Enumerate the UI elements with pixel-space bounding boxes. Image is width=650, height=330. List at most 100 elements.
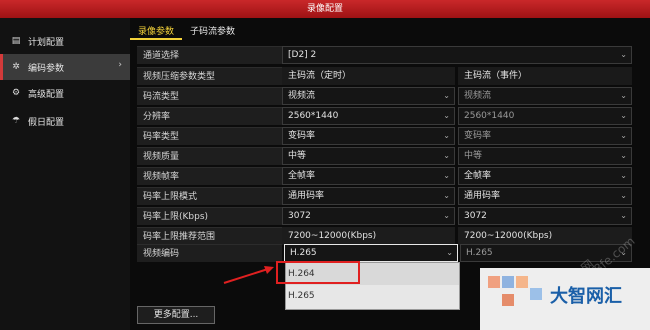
channel-row: 通道选择 [D2] 2 ⌄ [137, 46, 632, 64]
channel-label: 通道选择 [137, 46, 282, 64]
tab-substream-params[interactable]: 子码流参数 [182, 24, 243, 40]
chevron-down-icon: ⌄ [620, 171, 627, 180]
row-label: 视频编码 [137, 244, 282, 262]
chevron-down-icon: ⌄ [620, 111, 627, 120]
chevron-down-icon: ⌄ [620, 131, 627, 140]
field-value: 通用码率 [288, 191, 325, 201]
option-h265[interactable]: H.265 [286, 285, 459, 307]
sidebar-item-label: 高级配置 [28, 89, 65, 100]
tab-bar: 录像参数 子码流参数 [130, 24, 243, 40]
bitrate-limit-mode-select[interactable]: 通用码率 ⌄ [282, 187, 455, 205]
form-row: 视频帧率 全帧率 ⌄ 全帧率 ⌄ [137, 167, 632, 185]
form-row: 码率类型 变码率 ⌄ 变码率 ⌄ [137, 127, 632, 145]
compression-label: 视频压缩参数类型 [137, 67, 282, 85]
sidebar-item-advanced[interactable]: ⚙ 高级配置 [0, 80, 130, 106]
form-row: 码流类型 视频流 ⌄ 视频流 ⌄ [137, 87, 632, 105]
field-value: 全帧率 [288, 171, 316, 181]
gear-icon: ✲ [12, 62, 20, 72]
form-row: 码率上限模式 通用码率 ⌄ 通用码率 ⌄ [137, 187, 632, 205]
logo-square [488, 276, 500, 288]
event-frame-rate-select[interactable]: 全帧率 ⌄ [458, 167, 632, 185]
row-label: 码流类型 [137, 87, 282, 105]
logo-square [516, 276, 528, 288]
field-value: 通用码率 [464, 191, 501, 201]
form-row: 分辨率 2560*1440 ⌄ 2560*1440 ⌄ [137, 107, 632, 125]
logo-text: 大智网汇 [550, 286, 622, 307]
event-bitrate-type-select[interactable]: 变码率 ⌄ [458, 127, 632, 145]
window-title: 录像配置 [0, 0, 650, 18]
recommended-range-value: 7200~12000(Kbps) [282, 227, 455, 245]
main-stream-event-header: 主码流（事件） [458, 67, 632, 85]
row-label: 码率上限推荐范围 [137, 227, 282, 245]
bitrate-limit-input[interactable]: 3072 ⌄ [282, 207, 455, 225]
holiday-icon: ☂ [11, 116, 21, 126]
chevron-down-icon: ⌄ [446, 248, 453, 257]
field-value: H.265 [466, 248, 493, 258]
field-value: 7200~12000(Kbps) [464, 231, 553, 241]
row-label: 码率上限(Kbps) [137, 207, 282, 225]
sidebar-item-holiday[interactable]: ☂ 假日配置 [0, 108, 130, 134]
field-value: H.265 [290, 248, 317, 258]
compression-header-row: 视频压缩参数类型 主码流（定时） 主码流（事件） [137, 67, 632, 85]
form-row: 码率上限推荐范围 7200~12000(Kbps) 7200~12000(Kbp… [137, 227, 632, 245]
sidebar-item-schedule[interactable]: ▤ 计划配置 [0, 28, 130, 54]
field-value: 变码率 [288, 131, 316, 141]
field-value: 视频流 [288, 91, 316, 101]
field-value: 7200~12000(Kbps) [288, 231, 377, 241]
more-config-button[interactable]: 更多配置... [137, 306, 215, 324]
watermark-logo: 大智网汇 [480, 268, 650, 330]
field-value: 2560*1440 [288, 111, 339, 121]
chevron-right-icon: › [118, 60, 122, 70]
video-quality-select[interactable]: 中等 ⌄ [282, 147, 455, 165]
logo-square [530, 288, 542, 300]
event-stream-type-select[interactable]: 视频流 ⌄ [458, 87, 632, 105]
annotation-arrow-icon [223, 266, 274, 284]
channel-select[interactable]: [D2] 2 ⌄ [282, 46, 632, 64]
chevron-down-icon: ⌄ [443, 151, 450, 160]
event-video-quality-select[interactable]: 中等 ⌄ [458, 147, 632, 165]
field-value: 变码率 [464, 131, 492, 141]
chevron-down-icon: ⌄ [443, 91, 450, 100]
main-stream-timed-header: 主码流（定时） [282, 67, 455, 85]
event-resolution-select[interactable]: 2560*1440 ⌄ [458, 107, 632, 125]
field-value: 3072 [288, 211, 311, 221]
field-value: 视频流 [464, 91, 492, 101]
form-row: 视频质量 中等 ⌄ 中等 ⌄ [137, 147, 632, 165]
annotation-highlight-box [276, 261, 360, 284]
tab-record-params[interactable]: 录像参数 [130, 24, 183, 40]
bitrate-type-select[interactable]: 变码率 ⌄ [282, 127, 455, 145]
chevron-down-icon: ⌄ [620, 191, 627, 200]
channel-value: [D2] 2 [288, 50, 317, 60]
chevron-down-icon: ⌄ [443, 211, 450, 220]
chevron-down-icon: ⌄ [443, 111, 450, 120]
resolution-select[interactable]: 2560*1440 ⌄ [282, 107, 455, 125]
field-value: 全帧率 [464, 171, 492, 181]
row-label: 分辨率 [137, 107, 282, 125]
chevron-down-icon: ⌄ [443, 191, 450, 200]
chevron-down-icon: ⌄ [620, 151, 627, 160]
sidebar: ▤ 计划配置 ✲ 编码参数 › ⚙ 高级配置 ☂ 假日配置 [0, 18, 130, 330]
field-value: 中等 [464, 151, 483, 161]
sidebar-item-label: 计划配置 [28, 37, 65, 48]
chevron-down-icon: ⌄ [620, 50, 627, 59]
row-label: 码率类型 [137, 127, 282, 145]
video-encoding-select[interactable]: H.265 ⌄ [284, 244, 458, 262]
field-value: 2560*1440 [464, 111, 515, 121]
event-bitrate-limit-input[interactable]: 3072 ⌄ [458, 207, 632, 225]
chevron-down-icon: ⌄ [620, 91, 627, 100]
row-label: 码率上限模式 [137, 187, 282, 205]
sidebar-item-encoding[interactable]: ✲ 编码参数 › [0, 54, 130, 80]
row-label: 视频帧率 [137, 167, 282, 185]
advanced-icon: ⚙ [11, 88, 21, 98]
field-value: 中等 [288, 151, 307, 161]
chevron-down-icon: ⌄ [620, 211, 627, 220]
form-row: 视频编码 H.265 ⌄ H.265 ⌄ [137, 244, 632, 262]
chevron-down-icon: ⌄ [443, 131, 450, 140]
logo-square [502, 294, 514, 306]
event-bitrate-limit-mode-select[interactable]: 通用码率 ⌄ [458, 187, 632, 205]
sidebar-item-label: 假日配置 [28, 117, 65, 128]
stream-type-select[interactable]: 视频流 ⌄ [282, 87, 455, 105]
logo-square [502, 276, 514, 288]
form-row: 码率上限(Kbps) 3072 ⌄ 3072 ⌄ [137, 207, 632, 225]
frame-rate-select[interactable]: 全帧率 ⌄ [282, 167, 455, 185]
